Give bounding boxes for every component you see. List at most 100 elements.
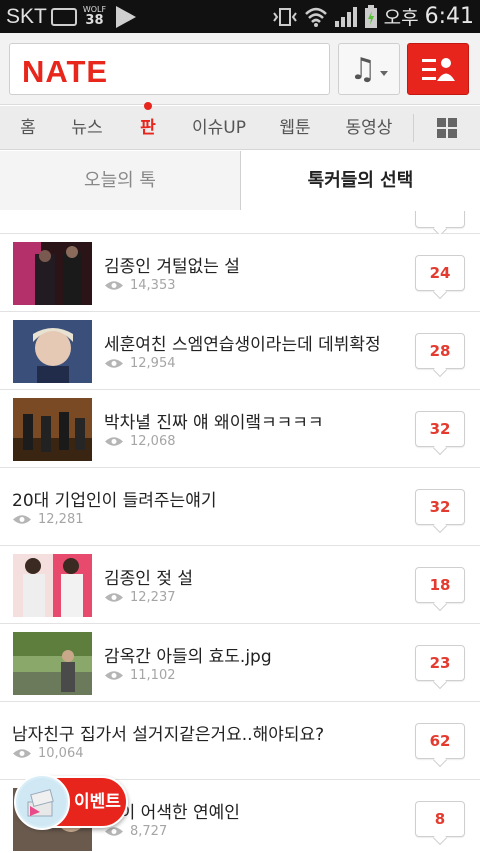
post-thumbnail (13, 242, 92, 305)
list-item[interactable]: 박차녈 진짜 얘 왜이랰ㅋㅋㅋㅋ 12,068 32 (0, 390, 480, 468)
view-count: 12,281 (12, 512, 84, 527)
post-title[interactable]: 김종인 겨털없는 설 (104, 252, 240, 277)
view-count-value: 12,237 (130, 590, 176, 605)
nav-item-label: 웹툰 (279, 118, 311, 138)
view-count: 10,064 (12, 746, 84, 761)
comment-count: 24 (429, 264, 451, 282)
list-item[interactable] (0, 211, 480, 237)
view-count-value: 14,353 (130, 278, 176, 293)
wolf-badge-number: 38 (85, 13, 104, 28)
comment-badge[interactable]: 62 (415, 723, 465, 768)
list-item[interactable]: 세훈여친 스엠연습생이라는데 데뷔확정 12,954 28 (0, 312, 480, 390)
nav-item-pann[interactable]: 판 (130, 102, 166, 150)
list-item[interactable]: 감옥간 아들의 효도.jpg 11,102 23 (0, 624, 480, 702)
comment-badge[interactable]: 28 (415, 333, 465, 378)
view-count: 11,102 (104, 668, 176, 683)
carrier-label: SKT (6, 4, 47, 28)
view-count-value: 11,102 (130, 668, 176, 683)
profile-list-icon (422, 58, 455, 81)
view-count-value: 8,727 (130, 824, 168, 839)
nav-divider (413, 114, 414, 142)
nav-item-video[interactable]: 동영상 (336, 106, 402, 150)
comment-count: 62 (429, 732, 451, 750)
nav-item-webtoon[interactable]: 웹툰 (270, 106, 320, 150)
nate-logo[interactable]: NATE (22, 54, 108, 90)
event-icon (14, 774, 70, 830)
main-nav: 홈 뉴스 판 이슈UP 웹툰 동영상 (0, 102, 480, 150)
grid-menu-icon[interactable] (437, 118, 457, 138)
tab-today-talk[interactable]: 오늘의 톡 (0, 151, 241, 210)
post-title[interactable]: 박차녈 진짜 얘 왜이랰ㅋㅋㅋㅋ (104, 408, 324, 433)
nav-item-home[interactable]: 홈 (10, 106, 46, 150)
post-title[interactable]: 감옥간 아들의 효도.jpg (104, 642, 272, 667)
comment-count: 23 (429, 654, 451, 672)
status-icons-right: 오후 6:41 (272, 0, 474, 33)
view-count: 12,068 (104, 434, 176, 449)
wifi-icon (304, 7, 327, 27)
comment-badge[interactable]: 32 (415, 411, 465, 456)
post-title[interactable]: 세훈여친 스엠연습생이라는데 데뷔확정 (104, 330, 381, 355)
event-button[interactable]: 이벤트 (14, 774, 128, 830)
post-thumbnail (13, 398, 92, 461)
nav-item-news[interactable]: 뉴스 (62, 106, 112, 150)
comment-badge[interactable]: 32 (415, 489, 465, 534)
music-button[interactable]: ♫ (338, 43, 400, 95)
status-icons-left (50, 7, 79, 26)
nav-item-issueup[interactable]: 이슈UP (184, 106, 254, 150)
tab-label: 오늘의 톡 (84, 170, 156, 191)
active-dot (144, 102, 152, 110)
post-list: 김종인 겨털없는 설 14,353 24 세훈여친 스엠연습생이라는데 데뷔확정… (0, 211, 480, 853)
nav-item-label: 동영상 (345, 118, 393, 138)
event-label: 이벤트 (74, 792, 121, 812)
view-count-value: 12,068 (130, 434, 176, 449)
tab-label: 톡커들의 선택 (307, 170, 414, 191)
app-header: NATE ♫ (0, 33, 480, 105)
post-thumbnail (13, 320, 92, 383)
post-title[interactable]: 남자친구 집가서 설거지같은거요..해야되요? (12, 720, 324, 745)
play-icon (116, 5, 137, 28)
tab-talkers-choice[interactable]: 톡커들의 선택 (241, 151, 480, 210)
post-title[interactable]: 김종인 젖 설 (104, 564, 193, 589)
comment-badge[interactable]: 18 (415, 567, 465, 612)
view-count-value: 12,281 (38, 512, 84, 527)
comment-count: 32 (429, 498, 451, 516)
chevron-down-icon (380, 70, 389, 76)
comment-badge[interactable]: 24 (415, 255, 465, 300)
eye-icon (13, 749, 31, 758)
comment-badge[interactable] (415, 211, 465, 237)
eye-icon (105, 671, 123, 680)
signal-icon (334, 6, 357, 27)
post-title[interactable]: 20대 기업인이 들려주는얘기 (12, 486, 216, 511)
list-item[interactable]: 김종인 겨털없는 설 14,353 24 (0, 234, 480, 312)
nav-item-label: 홈 (20, 118, 36, 138)
music-note-icon: ♫ (349, 51, 377, 87)
nav-item-label: 뉴스 (71, 118, 103, 138)
battery-charging-icon (364, 4, 377, 28)
list-item[interactable]: 김종인 젖 설 12,237 18 (0, 546, 480, 624)
eye-icon (105, 437, 123, 446)
view-count: 14,353 (104, 278, 176, 293)
wolf-badge: WOLF 38 (83, 5, 106, 28)
view-count: 12,237 (104, 590, 176, 605)
nav-item-label: 이슈UP (192, 118, 246, 138)
comment-count: 28 (429, 342, 451, 360)
nav-item-label: 판 (140, 118, 156, 138)
search-box[interactable]: NATE (9, 43, 330, 95)
list-item[interactable]: 20대 기업인이 들려주는얘기 12,281 32 (0, 468, 480, 546)
profile-button[interactable] (407, 43, 469, 95)
eye-icon (105, 827, 123, 836)
list-item[interactable]: 남자친구 집가서 설거지같은거요..해야되요? 10,064 62 (0, 702, 480, 780)
comment-count: 8 (434, 810, 446, 828)
notification-icon (50, 7, 77, 26)
status-bar: SKT WOLF 38 오후 6:41 (0, 0, 480, 33)
post-thumbnail (13, 632, 92, 695)
view-count: 12,954 (104, 356, 176, 371)
comment-badge[interactable]: 23 (415, 645, 465, 690)
eye-icon (13, 515, 31, 524)
comment-badge[interactable]: 8 (415, 801, 465, 846)
tab-bar: 오늘의 톡 톡커들의 선택 (0, 151, 480, 210)
eye-icon (105, 593, 123, 602)
view-count-value: 12,954 (130, 356, 176, 371)
comment-count: 32 (429, 420, 451, 438)
comment-count: 18 (429, 576, 451, 594)
